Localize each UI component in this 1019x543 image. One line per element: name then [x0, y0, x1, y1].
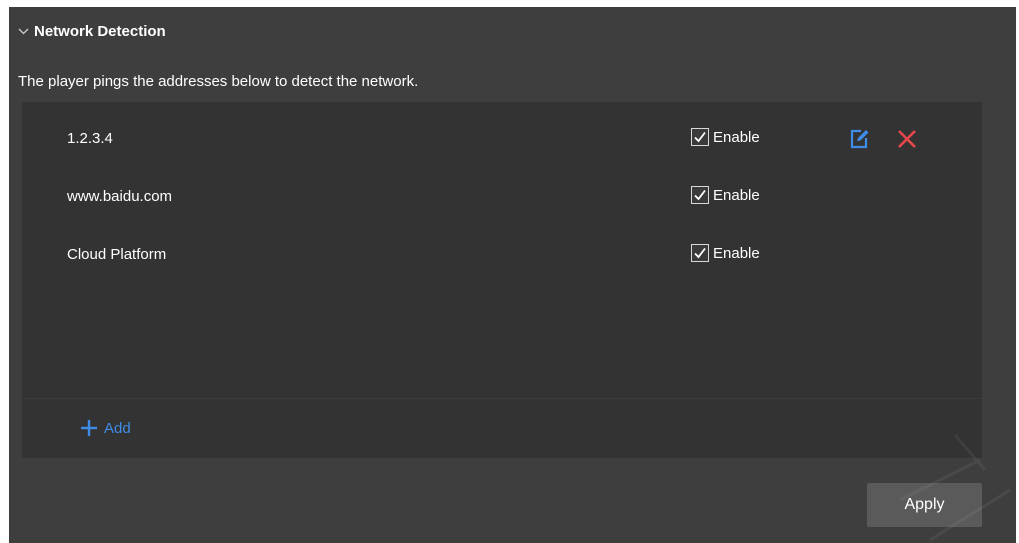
address-text: 1.2.3.4	[67, 130, 113, 147]
apply-button[interactable]: Apply	[867, 483, 982, 527]
add-button[interactable]: Add	[79, 418, 131, 438]
address-text: Cloud Platform	[67, 246, 167, 263]
list-item: 1.2.3.4 Enable	[22, 110, 982, 168]
enable-label: Enable	[713, 128, 760, 146]
enable-checkbox[interactable]: Enable	[691, 244, 760, 262]
edit-icon[interactable]	[848, 128, 870, 150]
enable-label: Enable	[713, 244, 760, 262]
close-icon[interactable]	[896, 128, 918, 150]
checkbox-checked-icon	[691, 244, 709, 262]
enable-label: Enable	[713, 186, 760, 204]
plus-icon	[81, 420, 97, 436]
enable-checkbox[interactable]: Enable	[691, 186, 760, 204]
address-text: www.baidu.com	[67, 188, 173, 205]
address-list: 1.2.3.4 Enable www.baidu.com Enable Clou…	[22, 102, 982, 458]
chevron-down-icon	[18, 28, 29, 34]
section-title: Network Detection	[34, 22, 166, 40]
section-description: The player pings the addresses below to …	[18, 73, 419, 90]
list-item: www.baidu.com Enable	[22, 168, 982, 226]
list-item: Cloud Platform Enable	[22, 226, 982, 284]
network-detection-panel: Network Detection The player pings the a…	[9, 7, 1016, 543]
section-header[interactable]: Network Detection	[18, 21, 166, 41]
list-divider	[22, 398, 982, 399]
enable-checkbox[interactable]: Enable	[691, 128, 760, 146]
add-label: Add	[104, 419, 131, 437]
checkbox-checked-icon	[691, 186, 709, 204]
checkbox-checked-icon	[691, 128, 709, 146]
